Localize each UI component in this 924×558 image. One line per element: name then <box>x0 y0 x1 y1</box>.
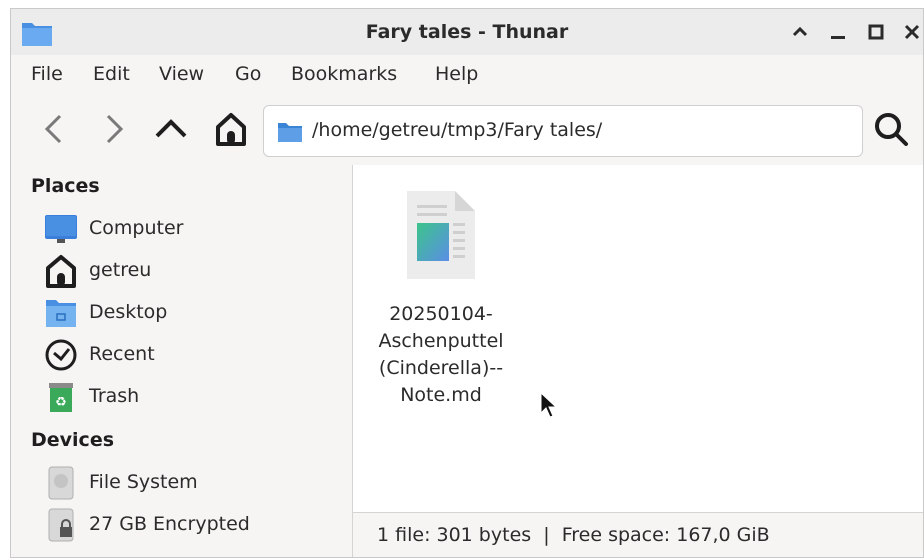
folder-icon <box>277 121 303 143</box>
title-bar[interactable]: Fary tales - Thunar <box>11 9 923 55</box>
file-name: 20250104- Aschenputtel (Cinderella)-- No… <box>378 303 504 406</box>
maximize-icon[interactable] <box>863 19 889 45</box>
trash-icon: ♻ <box>43 379 79 415</box>
sidebar: Places Computer getreu Desktop Recent ♻ … <box>11 165 353 557</box>
sidebar-item-file-system[interactable]: File System <box>43 463 343 503</box>
sidebar-item-getreu[interactable]: getreu <box>43 251 343 291</box>
devices-header: Devices <box>31 429 115 451</box>
file-view[interactable]: 20250104- Aschenputtel (Cinderella)-- No… <box>353 165 923 557</box>
sidebar-item-label: File System <box>89 471 198 493</box>
sidebar-item-label: getreu <box>89 259 152 281</box>
back-icon[interactable] <box>35 109 75 149</box>
svg-text:♻: ♻ <box>55 395 67 410</box>
clock-icon <box>43 337 79 373</box>
desktop-folder-icon <box>43 295 79 331</box>
minimize-icon[interactable] <box>825 19 851 45</box>
status-text: 1 file: 301 bytes | Free space: 167,0 Gi… <box>377 524 770 546</box>
sidebar-item-label: Computer <box>89 217 184 239</box>
menu-bookmarks[interactable]: Bookmarks <box>291 63 397 85</box>
menu-view[interactable]: View <box>159 63 204 85</box>
toolbar: /home/getreu/tmp3/Fary tales/ <box>11 95 923 166</box>
places-header: Places <box>31 175 100 197</box>
forward-icon[interactable] <box>93 109 133 149</box>
menu-file[interactable]: File <box>31 63 63 85</box>
menu-edit[interactable]: Edit <box>93 63 130 85</box>
close-icon[interactable] <box>899 19 923 45</box>
status-bar: 1 file: 301 bytes | Free space: 167,0 Gi… <box>353 512 923 557</box>
location-bar[interactable]: /home/getreu/tmp3/Fary tales/ <box>263 105 863 157</box>
mouse-cursor-icon <box>539 391 559 419</box>
sidebar-item-label: 27 GB Encrypted <box>89 513 250 535</box>
sidebar-item-desktop[interactable]: Desktop <box>43 293 343 333</box>
sidebar-item-label: Desktop <box>89 301 168 323</box>
sidebar-item-label: Trash <box>89 385 140 407</box>
location-path[interactable]: /home/getreu/tmp3/Fary tales/ <box>312 119 602 141</box>
markdown-file-icon <box>403 189 479 283</box>
sidebar-item-recent[interactable]: Recent <box>43 335 343 375</box>
menu-help[interactable]: Help <box>435 63 478 85</box>
computer-icon <box>43 211 79 247</box>
parent-folder-icon[interactable] <box>151 109 191 149</box>
drive-icon <box>43 465 79 501</box>
menu-bar: File Edit View Go Bookmarks Help <box>11 55 923 95</box>
home-icon <box>43 253 79 289</box>
shade-icon[interactable] <box>787 19 813 45</box>
sidebar-item-trash[interactable]: ♻ Trash <box>43 377 343 417</box>
encrypted-drive-icon <box>43 507 79 543</box>
sidebar-item-computer[interactable]: Computer <box>43 209 343 249</box>
file-manager-window: Fary tales - Thunar File Edit View Go Bo… <box>10 8 924 558</box>
sidebar-item-label: Recent <box>89 343 155 365</box>
home-icon[interactable] <box>211 109 251 149</box>
menu-go[interactable]: Go <box>235 63 261 85</box>
search-icon[interactable] <box>871 109 911 149</box>
sidebar-item-encrypted[interactable]: 27 GB Encrypted <box>43 505 343 545</box>
